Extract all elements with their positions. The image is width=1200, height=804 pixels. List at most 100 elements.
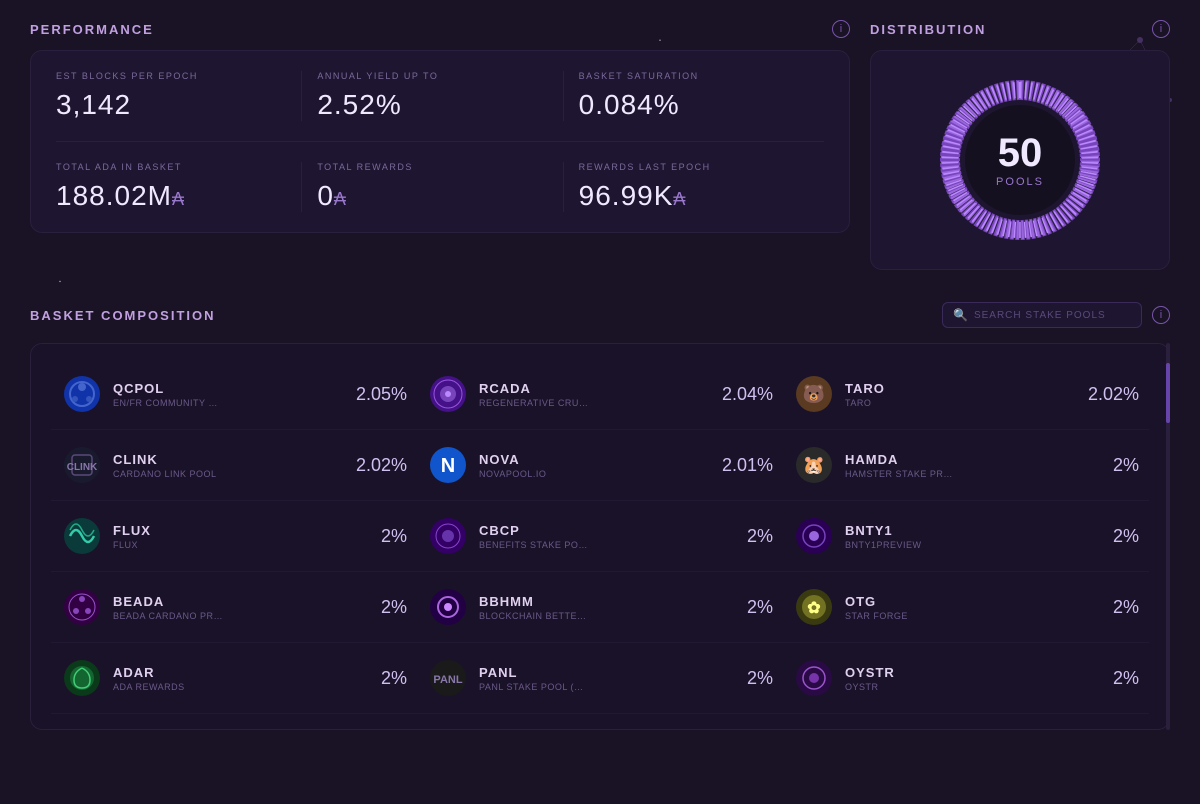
pool-percentage: 2% (1113, 597, 1139, 618)
pool-name: QCPOL (113, 381, 346, 396)
list-item[interactable]: FLUX FLUX 2% (51, 501, 417, 572)
search-box[interactable]: 🔍 SEARCH STAKE POOLS (942, 302, 1142, 328)
list-item[interactable]: BBHMM BLOCKCHAIN BETTER HAV... 2% (417, 572, 783, 643)
pool-info: BBHMM BLOCKCHAIN BETTER HAV... (479, 594, 737, 621)
search-icon: 🔍 (953, 308, 968, 322)
metric-total-ada-label: TOTAL ADA IN BASKET (56, 162, 286, 172)
donut-center: 50 POOLS (965, 105, 1075, 215)
pool-avatar (61, 586, 103, 628)
svg-text:🐹: 🐹 (803, 455, 825, 475)
list-item[interactable]: 🐹 HAMDA HAMSTER STAKE PREVIEW ... 2% (783, 430, 1149, 501)
pool-name: CLINK (113, 452, 346, 467)
pool-avatar: N (427, 444, 469, 486)
pools-count: 50 (998, 133, 1043, 173)
pool-info: NOVA NOVAPOOL.IO (479, 452, 712, 479)
pool-avatar: ✿ (793, 586, 835, 628)
pool-avatar: 🐹 (793, 444, 835, 486)
pool-desc: BEADA CARDANO PREVIEW... (113, 611, 223, 621)
pool-avatar (427, 373, 469, 415)
list-item[interactable]: 🐻 TARO TARO 2.02% (783, 359, 1149, 430)
pool-name: FLUX (113, 523, 371, 538)
pool-desc: BNTY1PREVIEW (845, 540, 955, 550)
list-item[interactable]: N NOVA NOVAPOOL.IO 2.01% (417, 430, 783, 501)
metric-basket-saturation: BASKET SATURATION 0.084% (564, 71, 824, 121)
pools-label: POOLS (996, 176, 1044, 188)
list-item[interactable]: CLINK CLINK CARDANO LINK POOL 2.02% (51, 430, 417, 501)
basket-title: BASKET COMPOSITION (30, 308, 216, 323)
pool-percentage: 2.02% (356, 455, 407, 476)
metrics-top-row: EST BLOCKS PER EPOCH 3,142 ANNUAL YIELD … (56, 71, 824, 142)
pool-info: OTG STAR FORGE (845, 594, 1103, 621)
scrollbar-thumb[interactable] (1166, 363, 1170, 423)
pool-avatar (427, 586, 469, 628)
list-item[interactable]: PANL PANL PANL STAKE POOL (PREVIE... 2% (417, 643, 783, 714)
metric-rewards-last-epoch-value: 96.99K₳ (579, 180, 809, 212)
pool-desc: HAMSTER STAKE PREVIEW ... (845, 469, 955, 479)
pool-desc: BLOCKCHAIN BETTER HAV... (479, 611, 589, 621)
pool-name: BBHMM (479, 594, 737, 609)
metric-total-rewards: TOTAL REWARDS 0₳ (302, 162, 563, 212)
pool-info: OYSTR OYSTR (845, 665, 1103, 692)
pool-avatar (427, 515, 469, 557)
pool-info: ADAR ADA REWARDS (113, 665, 371, 692)
donut-chart: 50 POOLS (930, 70, 1110, 250)
pool-info: QCPOL EN/FR COMMUNITY FROM ... (113, 381, 346, 408)
pool-percentage: 2.02% (1088, 384, 1139, 405)
performance-title: PERFORMANCE (30, 22, 154, 37)
pool-desc: CARDANO LINK POOL (113, 469, 223, 479)
pool-name: TARO (845, 381, 1078, 396)
list-item[interactable]: QCPOL EN/FR COMMUNITY FROM ... 2.05% (51, 359, 417, 430)
pool-info: BEADA BEADA CARDANO PREVIEW... (113, 594, 371, 621)
svg-text:N: N (441, 455, 455, 477)
pool-avatar (61, 515, 103, 557)
metric-rewards-last-epoch-label: REWARDS LAST EPOCH (579, 162, 809, 172)
list-item[interactable]: BNTY1 BNTY1PREVIEW 2% (783, 501, 1149, 572)
metric-rewards-last-epoch: REWARDS LAST EPOCH 96.99K₳ (564, 162, 824, 212)
pool-desc: BENEFITS STAKE POOL (479, 540, 589, 550)
list-item[interactable]: BEADA BEADA CARDANO PREVIEW... 2% (51, 572, 417, 643)
pool-name: CBCP (479, 523, 737, 538)
pool-info: CLINK CARDANO LINK POOL (113, 452, 346, 479)
search-placeholder: SEARCH STAKE POOLS (974, 310, 1106, 321)
pool-avatar: PANL (427, 657, 469, 699)
list-item[interactable]: ADAR ADA REWARDS 2% (51, 643, 417, 714)
metric-est-blocks: EST BLOCKS PER EPOCH 3,142 (56, 71, 302, 121)
pool-percentage: 2% (747, 526, 773, 547)
metric-annual-yield: ANNUAL YIELD UP TO 2.52% (302, 71, 563, 121)
pool-name: PANL (479, 665, 737, 680)
list-item[interactable]: OYSTR OYSTR 2% (783, 643, 1149, 714)
list-item[interactable]: ✿ OTG STAR FORGE 2% (783, 572, 1149, 643)
list-item[interactable]: CBCP BENEFITS STAKE POOL 2% (417, 501, 783, 572)
pool-info: FLUX FLUX (113, 523, 371, 550)
ada-symbol-2: ₳ (673, 189, 686, 209)
metric-basket-saturation-label: BASKET SATURATION (579, 71, 809, 81)
pool-percentage: 2% (381, 597, 407, 618)
basket-section: BASKET COMPOSITION 🔍 SEARCH STAKE POOLS … (30, 302, 1170, 730)
performance-card: EST BLOCKS PER EPOCH 3,142 ANNUAL YIELD … (30, 50, 850, 233)
pool-avatar (61, 657, 103, 699)
distribution-info-icon[interactable]: i (1152, 20, 1170, 38)
distribution-card: 50 POOLS (870, 50, 1170, 270)
metric-total-ada: TOTAL ADA IN BASKET 188.02M₳ (56, 162, 302, 212)
pool-info: PANL PANL STAKE POOL (PREVIE... (479, 665, 737, 692)
list-item[interactable]: RCADA REGENERATIVE CRUSADER... 2.04% (417, 359, 783, 430)
metric-total-rewards-label: TOTAL REWARDS (317, 162, 547, 172)
pool-avatar: 🐻 (793, 373, 835, 415)
pool-percentage: 2% (381, 668, 407, 689)
pool-desc: TARO (845, 398, 955, 408)
pool-desc: OYSTR (845, 682, 955, 692)
pool-percentage: 2% (381, 526, 407, 547)
metric-est-blocks-label: EST BLOCKS PER EPOCH (56, 71, 286, 81)
basket-info-icon[interactable]: i (1152, 306, 1170, 324)
pool-info: RCADA REGENERATIVE CRUSADER... (479, 381, 712, 408)
metric-total-rewards-value: 0₳ (317, 180, 547, 212)
metrics-bottom-row: TOTAL ADA IN BASKET 188.02M₳ TOTAL REWAR… (56, 162, 824, 212)
pool-percentage: 2% (1113, 526, 1139, 547)
ada-symbol-1: ₳ (334, 189, 347, 209)
pool-name: NOVA (479, 452, 712, 467)
pool-percentage: 2% (747, 668, 773, 689)
pool-percentage: 2% (1113, 668, 1139, 689)
performance-info-icon[interactable]: i (832, 20, 850, 38)
metric-total-ada-value: 188.02M₳ (56, 180, 286, 212)
scrollbar-track[interactable] (1166, 343, 1170, 730)
